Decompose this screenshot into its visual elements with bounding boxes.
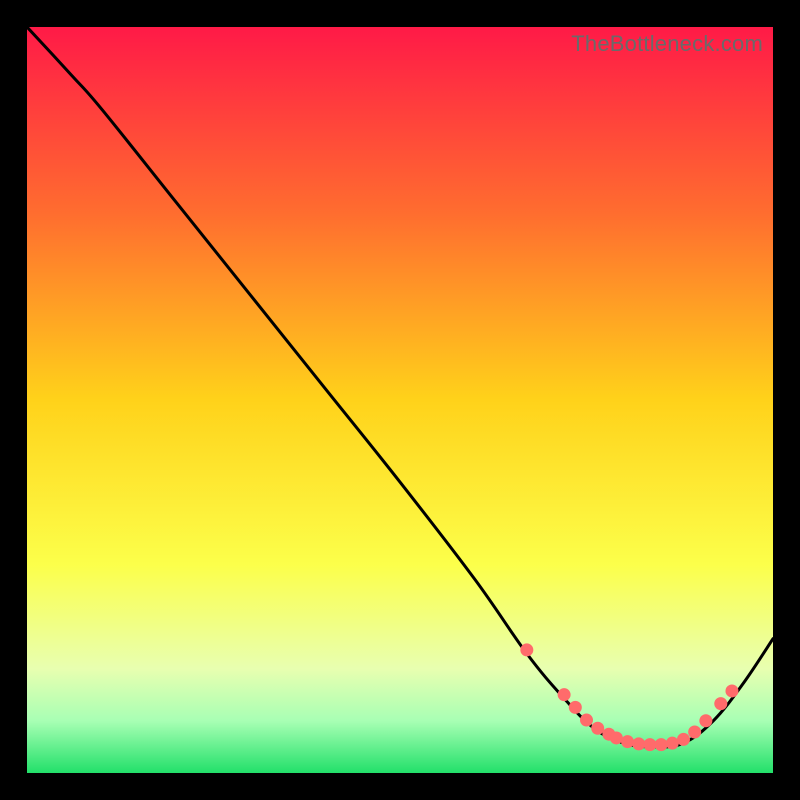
marker-dot bbox=[725, 684, 738, 697]
marker-dot bbox=[655, 738, 668, 751]
marker-dot bbox=[632, 737, 645, 750]
marker-dot bbox=[520, 643, 533, 656]
watermark-text: TheBottleneck.com bbox=[571, 31, 763, 57]
marker-dot bbox=[666, 737, 679, 750]
marker-dot bbox=[580, 714, 593, 727]
marker-dot bbox=[688, 725, 701, 738]
chart-frame: TheBottleneck.com bbox=[27, 27, 773, 773]
marker-dot bbox=[714, 697, 727, 710]
marker-dot bbox=[558, 688, 571, 701]
marker-dot bbox=[643, 738, 656, 751]
bottleneck-chart bbox=[27, 27, 773, 773]
marker-dot bbox=[591, 722, 604, 735]
gradient-background bbox=[27, 27, 773, 773]
marker-dot bbox=[699, 714, 712, 727]
marker-dot bbox=[610, 731, 623, 744]
marker-dot bbox=[677, 733, 690, 746]
marker-dot bbox=[621, 735, 634, 748]
marker-dot bbox=[569, 701, 582, 714]
